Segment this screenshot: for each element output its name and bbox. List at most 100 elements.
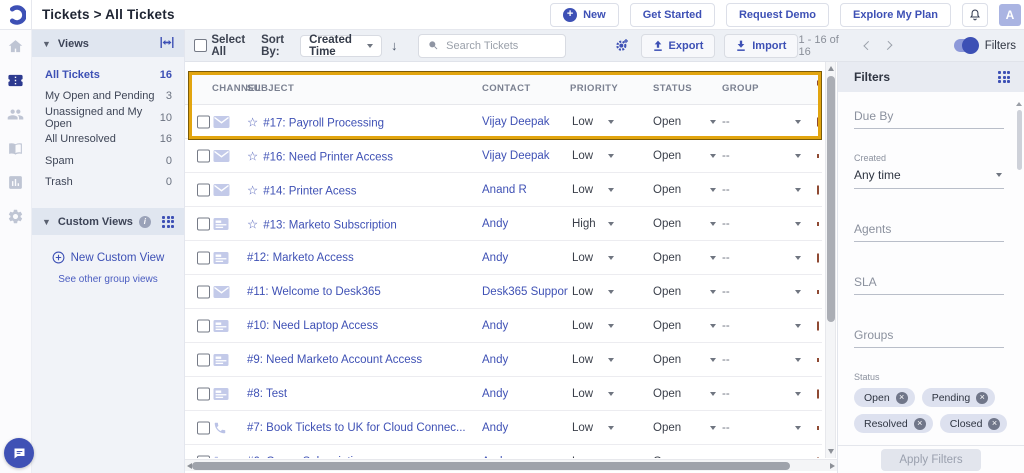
see-other-group-views-link[interactable]: See other group views xyxy=(32,274,184,285)
column-header-contact[interactable]: CONTACT xyxy=(482,83,531,94)
group-dropdown[interactable] xyxy=(795,153,801,158)
contact-link[interactable]: Andy xyxy=(482,218,568,230)
select-all-checkbox[interactable] xyxy=(193,39,207,52)
contact-link[interactable]: Andy xyxy=(482,252,568,264)
column-header-status[interactable]: STATUS xyxy=(653,83,692,94)
ticket-subject-link[interactable]: #7: Book Tickets to UK for Cloud Connec.… xyxy=(247,422,475,434)
group-dropdown[interactable] xyxy=(795,255,801,260)
ticket-subject-link[interactable]: ☆ #17: Payroll Processing xyxy=(247,114,475,129)
priority-dropdown[interactable] xyxy=(608,323,614,328)
priority-dropdown[interactable] xyxy=(608,153,614,158)
apply-filters-button[interactable]: Apply Filters xyxy=(881,448,981,471)
vertical-scrollbar-thumb[interactable] xyxy=(827,76,835,322)
ticket-row[interactable]: ☆ #17: Payroll Processing Vijay Deepak Low O… xyxy=(185,105,822,139)
user-avatar[interactable]: A xyxy=(999,3,1021,26)
status-dropdown[interactable] xyxy=(710,119,716,124)
notifications-button[interactable] xyxy=(962,2,988,27)
chat-launcher-button[interactable] xyxy=(4,438,34,468)
status-dropdown[interactable] xyxy=(710,255,716,260)
filters-scrollbar[interactable] xyxy=(1016,102,1023,467)
ticket-row[interactable]: #12: Marketo Access Andy Low Open -- xyxy=(185,241,822,275)
priority-dropdown[interactable] xyxy=(608,425,614,430)
remove-chip-icon[interactable]: × xyxy=(988,417,1001,430)
row-checkbox[interactable] xyxy=(197,149,210,162)
star-icon[interactable]: ☆ xyxy=(247,149,258,163)
ticket-subject-link[interactable]: #11: Welcome to Desk365 xyxy=(247,286,475,298)
status-dropdown[interactable] xyxy=(710,221,716,226)
view-item-trash[interactable]: Trash 0 xyxy=(32,172,184,194)
new-ticket-button[interactable]: + New xyxy=(550,2,619,27)
scroll-right-arrow[interactable] xyxy=(830,463,835,469)
contact-link[interactable]: Anand R xyxy=(482,184,568,196)
status-dropdown[interactable] xyxy=(710,425,716,430)
group-dropdown[interactable] xyxy=(795,391,801,396)
group-dropdown[interactable] xyxy=(795,425,801,430)
ticket-row[interactable]: #11: Welcome to Desk365 Desk365 Support Lo… xyxy=(185,275,822,309)
custom-views-grid-icon[interactable] xyxy=(162,215,174,228)
contact-link[interactable]: Andy xyxy=(482,320,568,332)
sla-field[interactable] xyxy=(854,272,1004,295)
priority-dropdown[interactable] xyxy=(608,119,614,124)
filters-grid-icon[interactable] xyxy=(998,71,1010,83)
view-item-unassigned-and-my-open[interactable]: Unassigned and My Open 10 xyxy=(32,106,184,130)
next-page-button[interactable] xyxy=(883,40,893,51)
view-item-all-unresolved[interactable]: All Unresolved 16 xyxy=(32,129,184,151)
ticket-row[interactable]: ☆ #13: Marketo Subscription Andy High Open -- xyxy=(185,207,822,241)
ticket-row[interactable]: ☆ #14: Printer Acess Anand R Low Open -- xyxy=(185,173,822,207)
nav-reports-icon[interactable] xyxy=(6,172,26,192)
new-custom-view-button[interactable]: New Custom View xyxy=(32,251,184,264)
group-dropdown[interactable] xyxy=(795,289,801,294)
priority-dropdown[interactable] xyxy=(608,255,614,260)
priority-dropdown[interactable] xyxy=(608,357,614,362)
row-checkbox[interactable] xyxy=(197,285,210,298)
groups-field[interactable] xyxy=(854,325,1004,348)
row-checkbox[interactable] xyxy=(197,251,210,264)
priority-dropdown[interactable] xyxy=(608,391,614,396)
status-dropdown[interactable] xyxy=(710,357,716,362)
search-input[interactable] xyxy=(446,39,557,52)
priority-dropdown[interactable] xyxy=(608,187,614,192)
contact-link[interactable]: Andy xyxy=(482,422,568,434)
view-item-spam[interactable]: Spam 0 xyxy=(32,150,184,172)
remove-chip-icon[interactable]: × xyxy=(913,417,926,430)
contact-link[interactable]: Desk365 Support xyxy=(482,286,568,298)
group-dropdown[interactable] xyxy=(795,357,801,362)
export-button[interactable]: Export xyxy=(640,33,716,58)
row-checkbox[interactable] xyxy=(197,115,210,128)
column-header-group[interactable]: GROUP xyxy=(722,83,759,94)
views-header[interactable]: ▼ Views xyxy=(32,30,184,57)
request-demo-button[interactable]: Request Demo xyxy=(725,2,830,27)
ticket-subject-link[interactable]: ☆ #13: Marketo Subscription xyxy=(247,216,475,231)
remove-chip-icon[interactable]: × xyxy=(976,391,989,404)
column-header-priority[interactable]: PRIORITY xyxy=(570,83,618,94)
scroll-down-arrow[interactable] xyxy=(828,449,834,454)
collapse-panel-icon[interactable] xyxy=(160,36,174,51)
group-dropdown[interactable] xyxy=(795,119,801,124)
automation-settings-button[interactable] xyxy=(614,37,630,55)
status-dropdown[interactable] xyxy=(710,289,716,294)
nav-home-icon[interactable] xyxy=(6,36,26,56)
status-dropdown[interactable] xyxy=(710,391,716,396)
filters-toggle[interactable] xyxy=(953,37,980,54)
status-dropdown[interactable] xyxy=(710,153,716,158)
ticket-subject-link[interactable]: #9: Need Marketo Account Access xyxy=(247,354,475,366)
contact-link[interactable]: Andy xyxy=(482,354,568,366)
contact-link[interactable]: Andy xyxy=(482,456,568,459)
row-checkbox[interactable] xyxy=(197,455,210,458)
filters-scrollbar-thumb[interactable] xyxy=(1017,110,1022,170)
contact-link[interactable]: Vijay Deepak xyxy=(482,150,568,162)
view-item-all-tickets[interactable]: All Tickets 16 xyxy=(32,64,184,86)
vertical-scrollbar[interactable] xyxy=(825,62,836,458)
sort-direction-button[interactable]: ↓ xyxy=(391,38,398,53)
priority-dropdown[interactable] xyxy=(608,221,614,226)
row-checkbox[interactable] xyxy=(197,183,210,196)
ticket-row[interactable]: #9: Need Marketo Account Access Andy Low Op… xyxy=(185,343,822,377)
ticket-subject-link[interactable]: ☆ #16: Need Printer Access xyxy=(247,148,475,163)
ticket-row[interactable]: #6: Canva Subscription Andy Low Open -- xyxy=(185,445,822,458)
get-started-button[interactable]: Get Started xyxy=(629,2,715,27)
horizontal-scrollbar-thumb[interactable] xyxy=(192,462,790,470)
star-icon[interactable]: ☆ xyxy=(247,115,258,129)
app-logo[interactable] xyxy=(0,0,32,30)
ticket-row[interactable]: ☆ #16: Need Printer Access Vijay Deepak Low… xyxy=(185,139,822,173)
view-item-my-open-and-pending[interactable]: My Open and Pending 3 xyxy=(32,86,184,108)
